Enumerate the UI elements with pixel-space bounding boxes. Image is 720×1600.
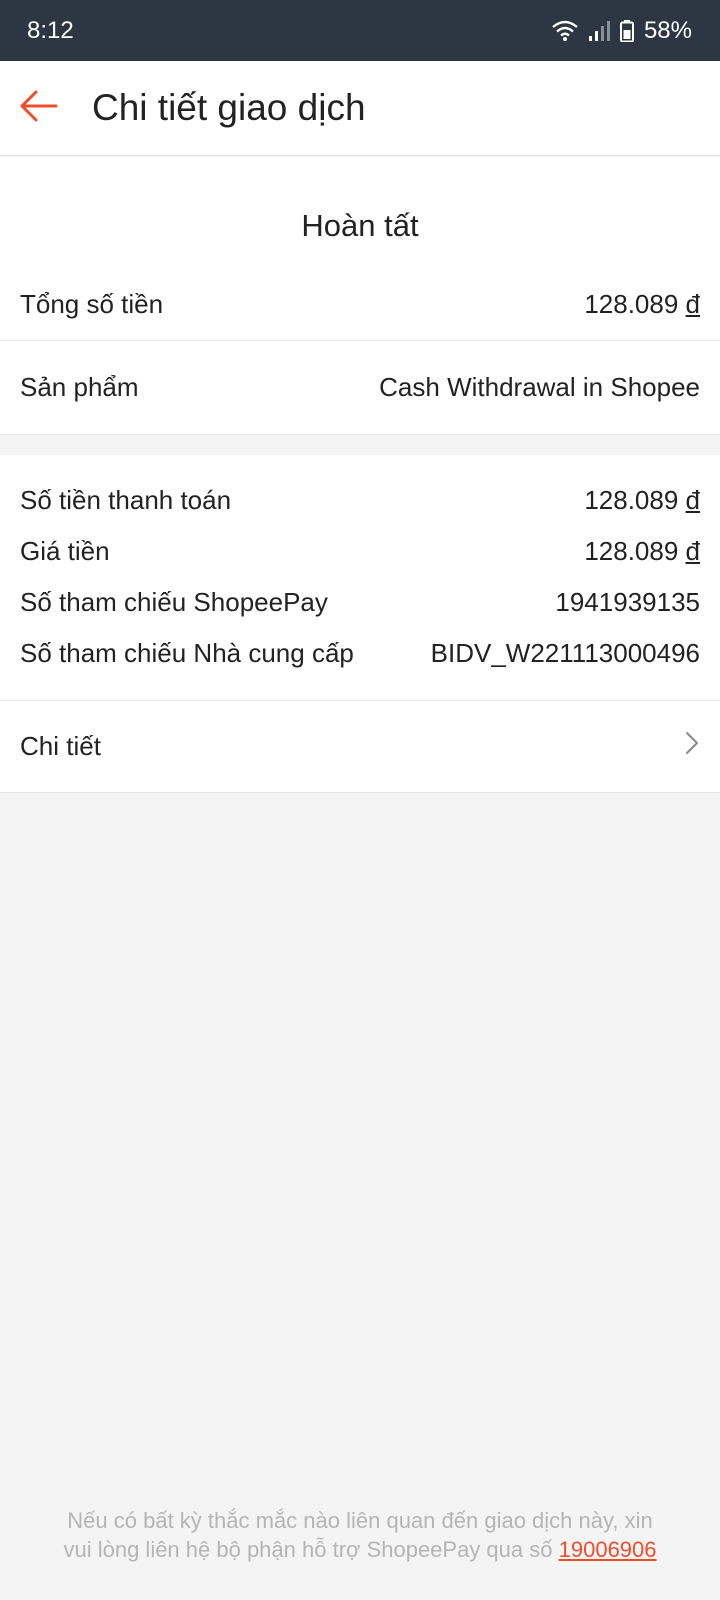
product-row: Sản phẩm Cash Withdrawal in Shopee bbox=[0, 341, 720, 434]
support-phone-link[interactable]: 19006906 bbox=[559, 1537, 657, 1562]
detail-row: Số tham chiếu Nhà cung cấp BIDV_W2211130… bbox=[0, 628, 720, 678]
battery-percent: 58% bbox=[643, 16, 692, 44]
shopeepay-ref-label: Số tham chiếu ShopeePay bbox=[20, 586, 328, 617]
chevron-right-icon bbox=[684, 731, 700, 762]
total-amount-label: Tổng số tiền bbox=[20, 288, 164, 319]
provider-ref-value: BIDV_W221113000496 bbox=[430, 637, 700, 668]
price-value: 128.089 đ bbox=[584, 535, 700, 566]
detail-row: Số tham chiếu ShopeePay 1941939135 bbox=[0, 577, 720, 627]
status-bar: 8:12 58% bbox=[0, 0, 720, 61]
support-note: Nếu có bất kỳ thắc mắc nào liên quan đến… bbox=[0, 1506, 720, 1564]
payment-amount-label: Số tiền thanh toán bbox=[20, 484, 232, 515]
app-bar: Chi tiết giao dịch bbox=[0, 61, 720, 156]
wifi-icon bbox=[552, 20, 578, 42]
arrow-left-icon bbox=[18, 89, 58, 128]
payment-amount-value: 128.089 đ bbox=[584, 484, 700, 515]
product-label: Sản phẩm bbox=[20, 372, 139, 402]
details-link-row[interactable]: Chi tiết bbox=[0, 701, 720, 792]
back-button[interactable] bbox=[0, 61, 92, 156]
page-title: Chi tiết giao dịch bbox=[92, 87, 366, 128]
summary-section: Hoàn tất Tổng số tiền 128.089 đ Sản phẩm… bbox=[0, 157, 720, 434]
details-section: Số tiền thanh toán 128.089 đ Giá tiền 12… bbox=[0, 455, 720, 792]
divider bbox=[0, 434, 720, 435]
status-icons: 58% bbox=[552, 17, 692, 45]
provider-ref-label: Số tham chiếu Nhà cung cấp bbox=[20, 637, 354, 668]
signal-icon bbox=[588, 20, 610, 42]
detail-row: Giá tiền 128.089 đ bbox=[0, 526, 720, 576]
divider bbox=[0, 792, 720, 793]
details-link-label: Chi tiết bbox=[20, 731, 101, 761]
price-label: Giá tiền bbox=[20, 535, 110, 566]
total-amount-value: 128.089 đ bbox=[584, 288, 700, 319]
status-time: 8:12 bbox=[27, 16, 74, 44]
support-note-line2: vui lòng liên hệ bộ phận hỗ trợ ShopeePa… bbox=[63, 1537, 657, 1562]
product-value: Cash Withdrawal in Shopee bbox=[379, 372, 700, 402]
shopeepay-ref-value: 1941939135 bbox=[555, 586, 700, 617]
total-amount-row: Tổng số tiền 128.089 đ bbox=[0, 277, 720, 331]
transaction-status: Hoàn tất bbox=[301, 208, 419, 243]
support-note-line1: Nếu có bất kỳ thắc mắc nào liên quan đến… bbox=[67, 1508, 653, 1533]
battery-icon bbox=[619, 19, 634, 42]
detail-row: Số tiền thanh toán 128.089 đ bbox=[0, 475, 720, 525]
